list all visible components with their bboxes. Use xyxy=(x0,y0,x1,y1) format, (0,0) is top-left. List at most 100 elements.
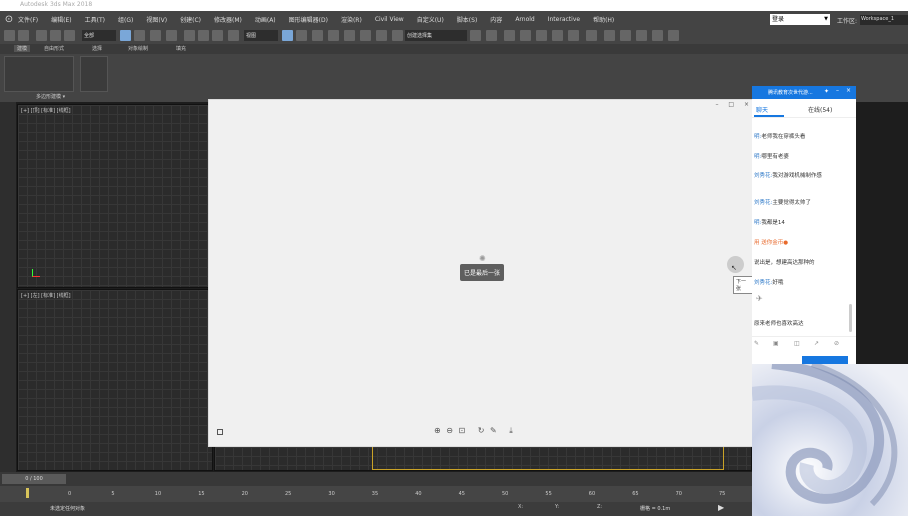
menu-item[interactable]: 创建(C) xyxy=(180,15,201,24)
menu-item[interactable]: 自定义(U) xyxy=(417,15,444,24)
ribbon-tab[interactable]: 对象绘制 xyxy=(128,45,148,52)
bind-icon[interactable] xyxy=(64,30,75,41)
brush-icon[interactable]: ✎ xyxy=(754,340,759,347)
screenshot-icon[interactable]: ◫ xyxy=(794,340,800,347)
named-selection-dropdown[interactable]: 创建选择集 xyxy=(405,30,467,41)
play-icon[interactable]: ▶ xyxy=(718,503,724,512)
menu-item[interactable]: Interactive xyxy=(548,16,580,23)
thumbnail-icon[interactable] xyxy=(217,429,223,435)
place-icon[interactable] xyxy=(212,30,223,41)
env-icon[interactable] xyxy=(652,30,663,41)
pin-icon[interactable]: ✦ xyxy=(824,88,829,95)
menu-item[interactable]: 内容 xyxy=(490,15,502,24)
track-icon[interactable] xyxy=(504,30,515,41)
teapot-icon[interactable] xyxy=(620,30,631,41)
rotate-icon[interactable] xyxy=(184,30,195,41)
snap-icon[interactable] xyxy=(282,30,293,41)
chat-message: 明:哪里有老婆 xyxy=(754,154,789,160)
rotate-icon[interactable]: ↻ xyxy=(478,426,485,435)
maximize-button[interactable]: □ xyxy=(728,101,734,108)
snap-toggle-icon[interactable] xyxy=(296,30,307,41)
schematic-icon[interactable] xyxy=(520,30,531,41)
poly-modeling-label[interactable]: 多边形建模 ▾ xyxy=(36,93,65,100)
frame-icon[interactable] xyxy=(568,30,579,41)
window-icon[interactable] xyxy=(150,30,161,41)
menu-item[interactable]: Arnold xyxy=(515,16,534,23)
menu-item[interactable]: 脚本(S) xyxy=(457,15,478,24)
menu-item[interactable]: 修改器(M) xyxy=(214,15,242,24)
viewport-top[interactable]: [+] [顶] [标准] [线框] xyxy=(17,104,213,288)
menu-item[interactable]: 帮助(H) xyxy=(593,15,614,24)
time-slider[interactable]: 0 / 100 xyxy=(0,472,752,486)
graphite-icon[interactable] xyxy=(486,30,497,41)
layer-icon[interactable] xyxy=(470,30,481,41)
chat-scrollbar[interactable] xyxy=(849,304,852,332)
zoom-out-icon[interactable]: ⊖ xyxy=(446,426,453,435)
coord-system-dropdown[interactable]: 视图 xyxy=(244,30,278,41)
chat-input-bar[interactable] xyxy=(802,356,848,364)
tab-online[interactable]: 在线(54) xyxy=(808,105,832,114)
coord-system-value: 视图 xyxy=(246,33,257,39)
tab-chat[interactable]: 聊天 xyxy=(756,105,768,114)
ribbon-tab[interactable]: 填充 xyxy=(176,45,186,52)
menu-item[interactable]: 图形编辑器(D) xyxy=(289,15,328,24)
undo-icon[interactable] xyxy=(4,30,15,41)
angle-snap-icon[interactable] xyxy=(312,30,323,41)
menu-item[interactable]: 文件(F) xyxy=(18,15,38,24)
render-iterative-icon[interactable] xyxy=(604,30,615,41)
pivot-icon[interactable] xyxy=(228,30,239,41)
viewport-top-label[interactable]: [+] [顶] [标准] [线框] xyxy=(21,107,71,114)
scale-icon[interactable] xyxy=(198,30,209,41)
close-button[interactable]: × xyxy=(744,101,749,108)
share-icon[interactable]: ↗ xyxy=(814,340,819,347)
selection-filter-dropdown[interactable]: 全部 xyxy=(82,30,116,41)
track-bar[interactable]: 05101520253035404550556065707580 xyxy=(0,486,769,502)
actual-size-icon[interactable]: ⊡ xyxy=(459,426,466,435)
image-icon[interactable]: ▣ xyxy=(773,340,779,347)
ribbon-tab[interactable]: 建模 xyxy=(14,45,31,52)
render-icon[interactable] xyxy=(586,30,597,41)
edit-icon[interactable]: ✎ xyxy=(490,426,497,435)
menu-item[interactable]: 动画(A) xyxy=(255,15,276,24)
menu-item[interactable]: Civil View xyxy=(375,16,404,23)
minimize-button[interactable]: – xyxy=(715,101,718,108)
material-icon[interactable] xyxy=(536,30,547,41)
redo-icon[interactable] xyxy=(18,30,29,41)
menu-item[interactable]: 编辑(E) xyxy=(51,15,71,24)
dots-icon[interactable] xyxy=(668,30,679,41)
select-icon[interactable] xyxy=(120,30,131,41)
menu-item[interactable]: 工具(T) xyxy=(85,15,105,24)
menu-item[interactable]: 组(G) xyxy=(118,15,133,24)
user-login-select[interactable]: 登录 ▼ xyxy=(770,14,830,25)
workspace-select[interactable]: Workspace_1 xyxy=(860,15,908,25)
download-icon[interactable]: ⤓ xyxy=(509,426,513,435)
minimize-icon[interactable]: – xyxy=(836,87,839,94)
chat-message: 明:我都是14 xyxy=(754,220,785,226)
move-icon[interactable] xyxy=(166,30,177,41)
render-setup-icon[interactable] xyxy=(552,30,563,41)
block-icon[interactable]: ⊘ xyxy=(834,340,839,347)
misc-icon[interactable] xyxy=(636,30,647,41)
menu-item[interactable]: 视图(V) xyxy=(146,15,167,24)
menu-item[interactable]: 渲染(R) xyxy=(341,15,362,24)
rect-select-icon[interactable] xyxy=(134,30,145,41)
link-icon[interactable] xyxy=(36,30,47,41)
app-logo-icon[interactable]: ⊙ xyxy=(0,11,18,28)
close-icon[interactable]: × xyxy=(846,87,851,94)
unlink-icon[interactable] xyxy=(50,30,61,41)
ruler-tick-label: 75 xyxy=(719,491,726,497)
viewport-left[interactable]: [+] [左] [标准] [线框] xyxy=(17,289,213,471)
percent-snap-icon[interactable] xyxy=(328,30,339,41)
zoom-in-icon[interactable]: ⊕ xyxy=(434,426,441,435)
ribbon-tab[interactable]: 选择 xyxy=(92,45,102,52)
ruler-tick-label: 65 xyxy=(632,491,639,497)
time-slider-thumb[interactable]: 0 / 100 xyxy=(2,474,66,484)
align-icon[interactable] xyxy=(392,30,403,41)
ribbon-tab[interactable]: 自由形式 xyxy=(44,45,64,52)
spinner-snap-icon[interactable] xyxy=(344,30,355,41)
mirror-icon[interactable] xyxy=(376,30,387,41)
viewport-left-label[interactable]: [+] [左] [标准] [线框] xyxy=(21,292,71,299)
swirl-decoration-image xyxy=(752,364,908,516)
edit-selection-icon[interactable] xyxy=(360,30,371,41)
chat-message: 说出是，想建高达那种的 xyxy=(754,260,815,266)
